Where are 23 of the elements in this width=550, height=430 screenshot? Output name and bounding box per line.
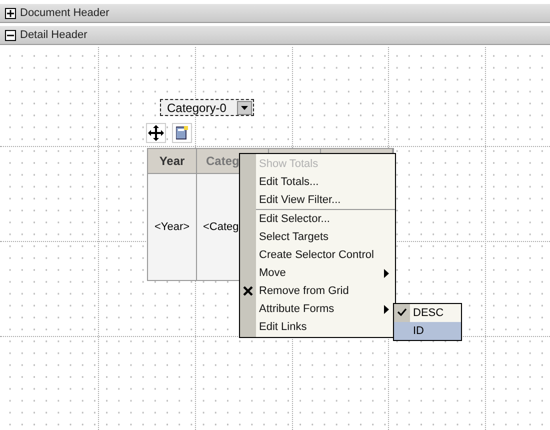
move-button[interactable] [146, 123, 166, 143]
table-cell: <Year> [148, 174, 197, 280]
menu-item[interactable]: Attribute Forms [240, 300, 395, 318]
dropdown-caret-icon [241, 106, 248, 110]
menu-item[interactable]: ID [394, 322, 461, 340]
section-title: Detail Header [20, 29, 88, 41]
selector-dropdown[interactable]: Category-0 [160, 99, 254, 116]
section-title: Document Header [20, 7, 110, 19]
menu-item[interactable]: Remove from Grid [240, 282, 395, 300]
submenu-arrow-icon [384, 269, 389, 278]
column-header: Year [148, 149, 197, 174]
collapse-icon[interactable] [5, 30, 16, 40]
move-icon [148, 125, 164, 141]
properties-button[interactable] [172, 123, 192, 143]
check-icon [397, 308, 407, 317]
section-header-bar[interactable]: Document Header [0, 3, 550, 23]
calculator-icon [176, 126, 188, 140]
close-icon [243, 286, 253, 296]
section-header-bar[interactable]: Detail Header [0, 25, 550, 45]
menu-item[interactable]: Edit Links [240, 318, 395, 336]
submenu-arrow-icon [384, 305, 389, 314]
expand-icon[interactable] [5, 8, 16, 18]
menu-item[interactable]: DESC [394, 304, 461, 322]
